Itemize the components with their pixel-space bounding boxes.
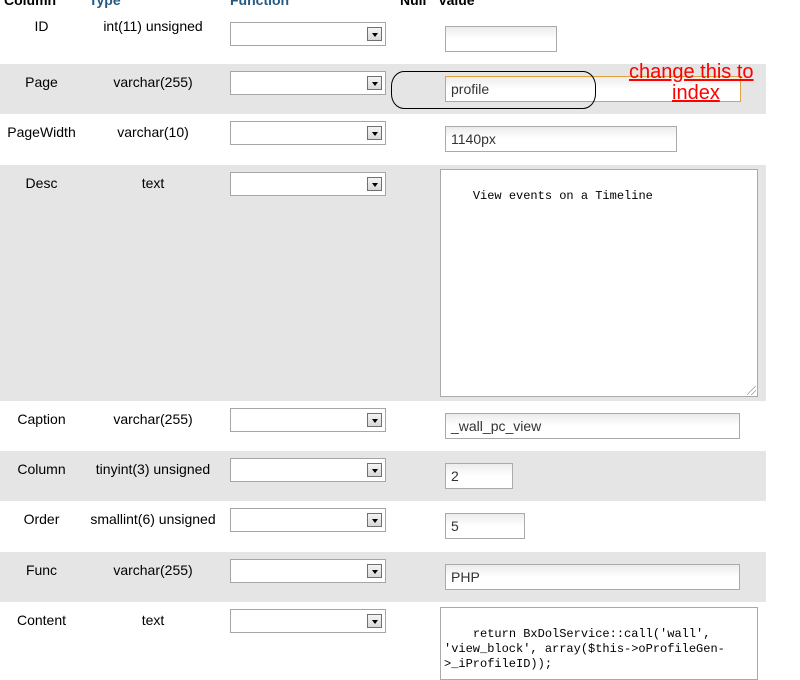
table-row-column: Column tinyint(3) unsigned 2 (0, 451, 766, 501)
column-type: varchar(255) (113, 74, 193, 90)
column-type: text (141, 175, 165, 191)
column-type: tinyint(3) unsigned (95, 461, 211, 477)
column-name: Order (23, 511, 60, 527)
value-input[interactable] (445, 26, 557, 52)
column-name: Content (16, 612, 67, 628)
table-row-desc: Desc text View events on a Timeline (0, 165, 766, 401)
value-input[interactable]: 1140px (445, 126, 677, 152)
function-select[interactable] (230, 458, 386, 482)
dropdown-arrow-icon (367, 76, 382, 90)
textarea-text: return BxDolService::call('wall', 'view_… (444, 627, 725, 671)
annotation-line-1: change this to (629, 61, 754, 83)
textarea-text: View events on a Timeline (472, 189, 653, 203)
dropdown-arrow-icon (367, 463, 382, 477)
value-input[interactable]: 5 (445, 513, 525, 539)
header-column[interactable]: Column (4, 0, 56, 8)
dropdown-arrow-icon (367, 564, 382, 578)
function-select[interactable] (230, 559, 386, 583)
table-row-caption: Caption varchar(255) _wall_pc_view (0, 401, 766, 451)
dropdown-arrow-icon (367, 27, 382, 41)
table-row-id: ID int(11) unsigned (0, 8, 766, 64)
column-name: ID (34, 18, 49, 34)
header-value: Value (438, 0, 475, 8)
function-select[interactable] (230, 22, 386, 46)
column-type: text (141, 612, 165, 628)
function-select[interactable] (230, 71, 386, 95)
table-row-pagewidth: PageWidth varchar(10) 1140px (0, 114, 766, 165)
dropdown-arrow-icon (367, 513, 382, 527)
function-select[interactable] (230, 609, 386, 633)
dropdown-arrow-icon (367, 614, 382, 628)
value-textarea[interactable]: View events on a Timeline (440, 169, 758, 397)
value-input[interactable]: _wall_pc_view (445, 413, 740, 439)
function-select[interactable] (230, 408, 386, 432)
header-null: Null (400, 0, 427, 8)
column-name: Desc (25, 175, 58, 191)
column-type: varchar(10) (117, 124, 189, 140)
resize-grip-icon[interactable] (747, 386, 756, 395)
column-name: Page (25, 74, 58, 90)
dropdown-arrow-icon (367, 413, 382, 427)
column-type: varchar(255) (113, 411, 193, 427)
column-name: PageWidth (7, 124, 76, 140)
dropdown-arrow-icon (367, 177, 382, 191)
function-select[interactable] (230, 508, 386, 532)
column-name: Column (17, 461, 66, 477)
value-input[interactable]: PHP (445, 564, 740, 590)
header-function[interactable]: Function (230, 0, 289, 8)
column-type: smallint(6) unsigned (90, 511, 216, 527)
dropdown-arrow-icon (367, 126, 382, 140)
column-type: int(11) unsigned (103, 18, 203, 34)
value-textarea[interactable]: return BxDolService::call('wall', 'view_… (440, 607, 758, 680)
column-name: Caption (17, 411, 66, 427)
value-input[interactable]: 2 (445, 463, 513, 489)
column-type: varchar(255) (113, 562, 193, 578)
column-name: Func (25, 562, 58, 578)
table-row-content: Content text return BxDolService::call('… (0, 602, 766, 680)
table-row-order: Order smallint(6) unsigned 5 (0, 501, 766, 552)
annotation-line-2: index (672, 82, 720, 104)
table-row-func: Func varchar(255) PHP (0, 552, 766, 602)
header-type[interactable]: Type (89, 0, 121, 8)
function-select[interactable] (230, 172, 386, 196)
table-header: Column Type Function Null Value (0, 0, 766, 8)
function-select[interactable] (230, 121, 386, 145)
